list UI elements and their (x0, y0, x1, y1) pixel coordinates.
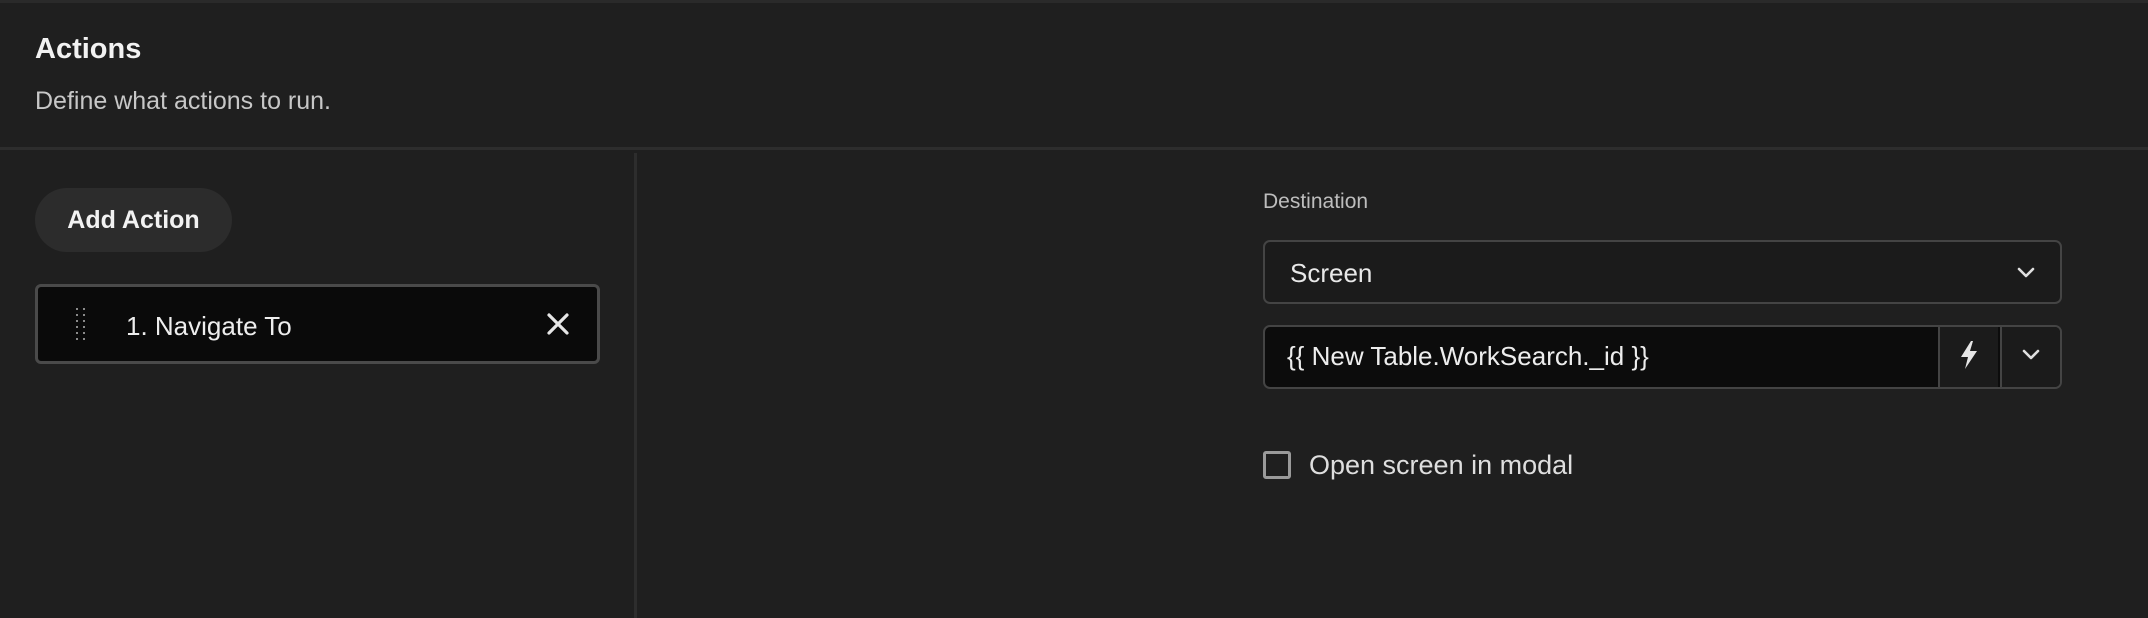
open-in-modal-label: Open screen in modal (1309, 449, 1574, 480)
screen-binding-field[interactable]: {{ New Table.WorkSearch._id }} (1263, 325, 2062, 389)
screen-binding-input[interactable]: {{ New Table.WorkSearch._id }} (1287, 341, 1649, 372)
destination-label: Destination (1263, 190, 1369, 213)
chevron-down-icon (2019, 343, 2043, 372)
chevron-down-icon (2014, 261, 2038, 285)
binding-bolt-button[interactable] (1938, 327, 1998, 387)
page-title: Actions (35, 33, 142, 65)
drag-handle-icon[interactable] (74, 307, 88, 343)
actions-header: Actions Define what actions to run. (0, 3, 2148, 150)
page-subtitle: Define what actions to run. (35, 87, 331, 115)
destination-select-value: Screen (1290, 258, 1373, 288)
action-config-panel: Destination Screen {{ New Table.WorkSear… (640, 153, 2148, 618)
open-in-modal-toggle[interactable]: Open screen in modal (1263, 445, 1573, 485)
lightning-bolt-icon (1958, 340, 1980, 375)
add-action-button[interactable]: Add Action (35, 188, 232, 252)
binding-dropdown-button[interactable] (2000, 327, 2060, 387)
destination-select[interactable]: Screen (1263, 240, 2062, 304)
close-icon[interactable] (543, 309, 573, 339)
action-item-navigate-to[interactable]: 1. Navigate To (35, 284, 600, 364)
open-in-modal-checkbox[interactable] (1263, 451, 1291, 479)
action-item-label: 1. Navigate To (126, 311, 292, 341)
actions-list-panel: Add Action 1. Navigate To (0, 153, 637, 618)
